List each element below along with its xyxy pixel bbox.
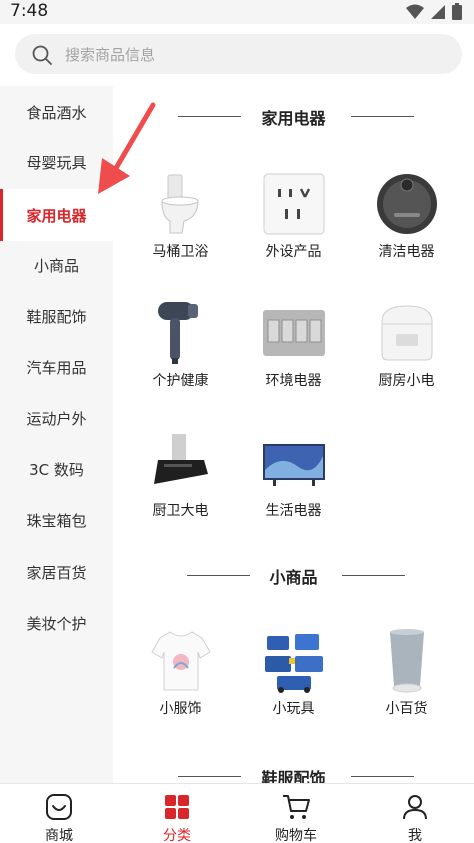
category-item-label: 小玩具	[272, 701, 315, 717]
switch-panel-icon	[263, 310, 325, 356]
tab-label: 我	[408, 828, 422, 843]
category-item[interactable]: 小服饰	[123, 628, 238, 738]
category-item-label: 马桶卫浴	[152, 244, 209, 260]
category-item[interactable]: 生活电器	[236, 430, 351, 540]
category-item[interactable]: 清洁电器	[349, 171, 464, 281]
category-item[interactable]: 环境电器	[236, 300, 351, 410]
bottom-tab-bar: 商城 分类 购物车 我	[0, 783, 474, 843]
television-icon	[263, 444, 325, 486]
category-item-label: 厨房小电	[378, 373, 435, 389]
category-item[interactable]: 外设产品	[236, 171, 351, 281]
toy-blocks-icon	[265, 634, 323, 693]
sidebar-item-label: 3C 数码	[29, 460, 84, 479]
sidebar-item-shoes-apparel[interactable]: 鞋服配饰	[0, 290, 113, 342]
power-socket-icon	[263, 173, 325, 235]
sidebar-item-outdoor[interactable]: 运动户外	[0, 392, 113, 444]
sidebar-item-label: 鞋服配饰	[26, 307, 87, 326]
cup-icon	[390, 629, 424, 693]
category-item-label: 个护健康	[152, 373, 209, 389]
search-icon	[32, 45, 52, 65]
shop-icon	[46, 794, 72, 820]
sidebar-item-label: 家居百货	[26, 563, 87, 582]
category-grid-icon	[165, 795, 189, 819]
divider	[351, 776, 414, 777]
search-bar: 搜索商品信息	[0, 24, 474, 86]
tab-label: 商城	[45, 828, 73, 843]
category-item-label: 小服饰	[159, 701, 202, 717]
sidebar-item-jewelry-bags[interactable]: 珠宝箱包	[0, 494, 113, 546]
user-icon	[403, 795, 427, 820]
tab-shop[interactable]: 商城	[0, 784, 118, 843]
status-time: 7:48	[10, 1, 49, 21]
category-item-label: 生活电器	[265, 503, 322, 519]
sidebar-item-label: 汽车用品	[26, 358, 87, 377]
sidebar-item-label: 小商品	[33, 256, 79, 275]
search-placeholder: 搜索商品信息	[65, 46, 156, 64]
category-item[interactable]: 个护健康	[123, 300, 238, 410]
tab-me[interactable]: 我	[356, 784, 474, 843]
category-item[interactable]: 厨卫大电	[123, 430, 238, 540]
robot-vacuum-icon	[377, 174, 437, 234]
sidebar-item-auto[interactable]: 汽车用品	[0, 341, 113, 393]
tab-label: 分类	[163, 828, 191, 843]
sidebar-item-label: 母婴玩具	[26, 153, 87, 172]
category-item-label: 环境电器	[265, 373, 322, 389]
category-item[interactable]: 厨房小电	[349, 300, 464, 410]
sidebar-item-label: 珠宝箱包	[26, 511, 87, 530]
battery-icon	[452, 3, 462, 20]
sidebar-item-beauty[interactable]: 美妆个护	[0, 597, 113, 649]
section-header: 鞋服配饰	[113, 763, 474, 783]
rice-cooker-icon	[381, 305, 433, 361]
signal-icon	[431, 4, 445, 19]
section-title: 鞋服配饰	[261, 769, 326, 783]
category-item[interactable]: 小百货	[349, 628, 464, 738]
range-hood-icon	[154, 434, 208, 484]
sidebar-item-3c-digital[interactable]: 3C 数码	[0, 443, 113, 495]
category-item-label: 小百货	[385, 701, 428, 717]
category-item-label: 外设产品	[265, 244, 322, 260]
category-item[interactable]: 小玩具	[236, 628, 351, 738]
category-item-label: 厨卫大电	[152, 503, 209, 519]
section-title: 小商品	[269, 568, 318, 587]
tshirt-icon	[151, 631, 211, 691]
status-bar: 7:48	[0, 0, 474, 24]
sidebar-item-home-goods[interactable]: 家居百货	[0, 546, 113, 598]
tab-cart[interactable]: 购物车	[237, 784, 355, 843]
search-input[interactable]: 搜索商品信息	[15, 34, 462, 74]
sidebar-item-label: 食品酒水	[26, 103, 87, 122]
tab-label: 购物车	[275, 828, 317, 843]
sidebar-item-label: 运动户外	[26, 409, 87, 428]
cart-icon	[283, 795, 310, 819]
section-header: 小商品	[113, 562, 474, 588]
pointer-arrow-icon	[98, 102, 156, 194]
category-item-label: 清洁电器	[378, 244, 435, 260]
tab-category[interactable]: 分类	[118, 784, 236, 843]
hair-dryer-icon	[158, 302, 198, 364]
wifi-icon	[406, 4, 424, 19]
divider	[351, 116, 414, 117]
status-icons	[406, 3, 462, 20]
sidebar-item-label: 美妆个护	[26, 614, 87, 633]
sidebar-item-small-goods[interactable]: 小商品	[0, 239, 113, 291]
sidebar-item-label: 家用电器	[26, 206, 87, 225]
divider	[342, 575, 405, 576]
